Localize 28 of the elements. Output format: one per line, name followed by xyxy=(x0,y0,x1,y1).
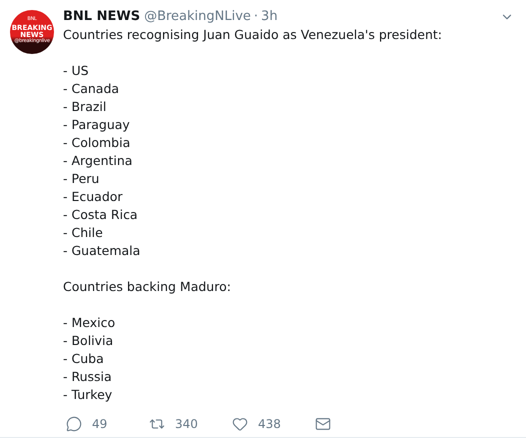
list-item: - Costa Rica xyxy=(63,206,139,224)
list-item: - Bolivia xyxy=(63,332,114,350)
list-item: - Colombia xyxy=(63,134,132,152)
list-item: - Brazil xyxy=(63,98,108,116)
author-name[interactable]: BNL NEWS xyxy=(63,7,140,27)
timestamp[interactable]: 3h xyxy=(261,7,278,27)
tweet-text: Countries backing Maduro: xyxy=(63,278,232,296)
reply-icon[interactable] xyxy=(66,416,82,432)
list-item: - Ecuador xyxy=(63,188,124,206)
list-item: - Turkey xyxy=(63,386,114,404)
list-item: - US xyxy=(63,62,90,80)
list-item: - Canada xyxy=(63,80,120,98)
list-item: - Peru xyxy=(63,170,100,188)
action-count: 49 xyxy=(92,416,108,433)
list-item: - Russia xyxy=(63,368,113,386)
envelope-icon[interactable] xyxy=(315,416,331,432)
action-count: 438 xyxy=(258,416,281,433)
list-item: - Chile xyxy=(63,224,104,242)
list-item: - Cuba xyxy=(63,350,105,368)
list-item: - Argentina xyxy=(63,152,134,170)
list-item: - Paraguay xyxy=(63,116,131,134)
author-handle[interactable]: @BreakingNLive xyxy=(144,7,251,27)
tweet-text: Countries recognising Juan Guaido as Venezuela's president: xyxy=(63,26,443,44)
list-item: - Guatemala xyxy=(63,242,142,260)
action-count: 340 xyxy=(175,416,198,433)
separator: · xyxy=(254,8,258,26)
list-item: - Mexico xyxy=(63,314,116,332)
heart-icon[interactable] xyxy=(232,416,248,432)
